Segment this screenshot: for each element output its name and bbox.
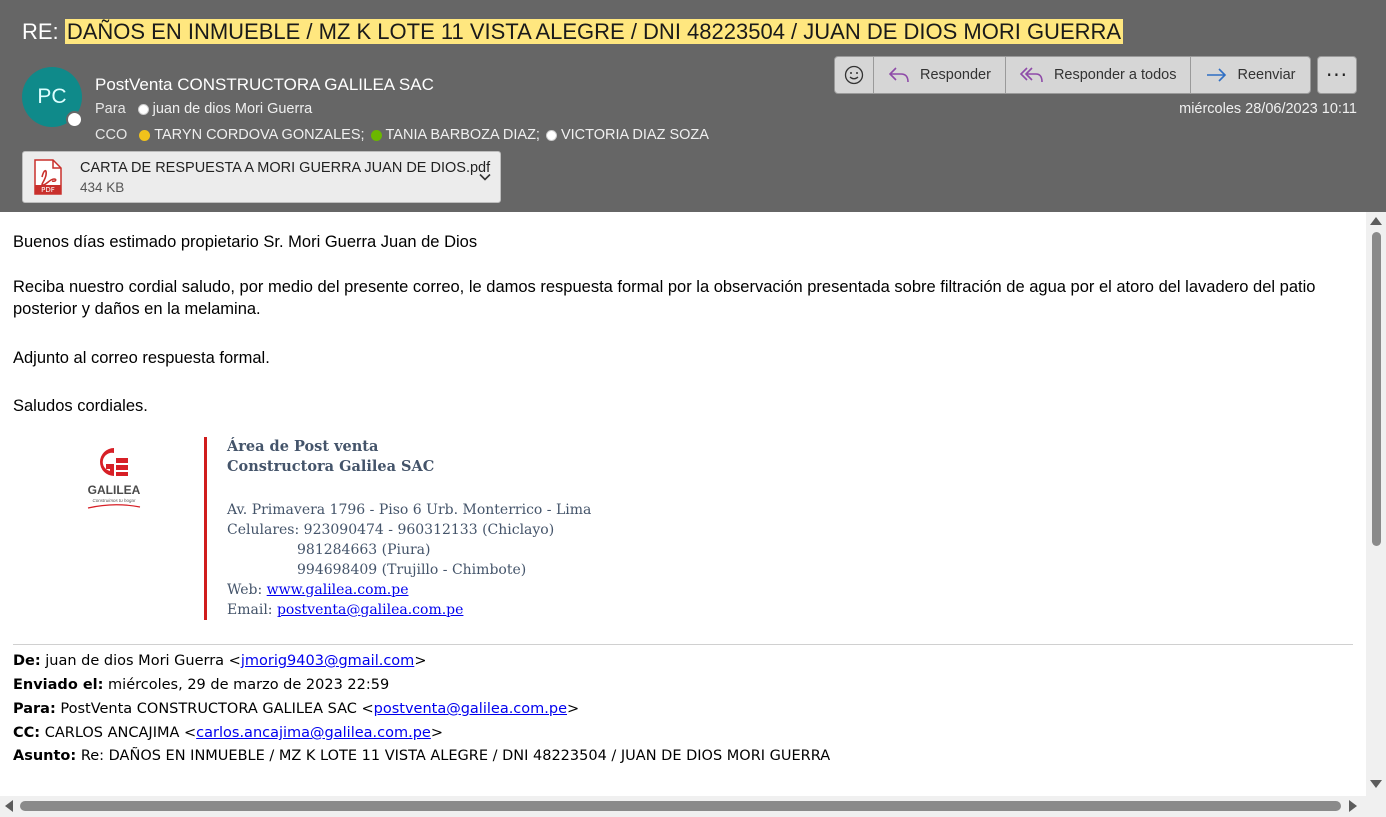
quote-divider — [13, 644, 1353, 645]
emoji-reaction-button[interactable] — [835, 57, 874, 93]
reply-all-icon — [1019, 67, 1043, 83]
attachment-size: 434 KB — [80, 180, 125, 195]
quoted-subject: Asunto: Re: DAÑOS EN INMUEBLE / MZ K LOT… — [13, 748, 830, 764]
signature-web: Web: www.galilea.com.pe — [227, 582, 408, 598]
web-link[interactable]: www.galilea.com.pe — [267, 582, 409, 598]
presence-available-icon — [370, 129, 382, 141]
message-date: miércoles 28/06/2023 10:11 — [1179, 101, 1357, 117]
horizontal-scrollbar[interactable] — [0, 796, 1366, 817]
action-toolbar: Responder Responder a todos Reenviar — [834, 56, 1311, 94]
quoted-sent: Enviado el: miércoles, 29 de marzo de 20… — [13, 677, 389, 693]
presence-away-icon — [139, 129, 151, 141]
forward-label: Reenviar — [1237, 67, 1296, 83]
bcc-label: CCO — [95, 127, 128, 143]
from-name: juan de dios Mori Guerra < — [45, 653, 241, 669]
quoted-subject-text: Re: DAÑOS EN INMUEBLE / MZ K LOTE 11 VIS… — [80, 748, 831, 764]
to-recipient[interactable]: juan de dios Mori Guerra — [153, 101, 313, 117]
bracket: > — [414, 653, 427, 669]
phone-line: 981284663 (Piura) — [297, 542, 431, 558]
from-email-link[interactable]: jmorig9403@gmail.com — [241, 653, 414, 669]
signature-phones: Celulares: 923090474 - 960312133 (Chicla… — [227, 522, 554, 538]
reply-all-label: Responder a todos — [1053, 67, 1177, 83]
quoted-cc: CC: CARLOS ANCAJIMA <carlos.ancajima@gal… — [13, 725, 443, 741]
phones-label: Celulares: — [227, 522, 300, 538]
subject-prefix: RE: — [22, 19, 59, 44]
scroll-down-arrow-icon[interactable] — [1370, 780, 1382, 788]
signature-address: Av. Primavera 1796 - Piso 6 Urb. Monterr… — [227, 502, 592, 518]
smiley-icon — [844, 65, 864, 85]
avatar-initials: PC — [37, 85, 67, 108]
cc-label: CC: — [13, 725, 41, 741]
bcc-line: CCO TARYN CORDOVA GONZALES; TANIA BARBOZ… — [95, 127, 709, 143]
signature-company: Constructora Galilea SAC — [227, 458, 435, 475]
cc-email-link[interactable]: carlos.ancajima@galilea.com.pe — [196, 725, 431, 741]
message-header: RE: DAÑOS EN INMUEBLE / MZ K LOTE 11 VIS… — [0, 0, 1386, 212]
email-link[interactable]: postventa@galilea.com.pe — [277, 602, 463, 618]
quoted-from: De: juan de dios Mori Guerra <jmorig9403… — [13, 653, 426, 669]
galilea-logo: GALILEA Construimos tu hogar — [88, 448, 141, 509]
presence-dot-icon — [137, 103, 149, 115]
bracket: > — [567, 701, 580, 717]
scroll-left-arrow-icon[interactable] — [5, 800, 13, 812]
reply-label: Responder — [920, 67, 991, 83]
to-label: Para — [95, 101, 126, 117]
bracket: > — [430, 725, 444, 741]
logo-text: GALILEA — [88, 483, 141, 497]
scrollbar-corner — [1366, 796, 1386, 817]
attached-text: Adjunto al correo respuesta formal. — [13, 349, 270, 367]
reply-all-button[interactable]: Responder a todos — [1006, 57, 1192, 93]
phone-line: 923090474 - 960312133 (Chiclayo) — [303, 522, 555, 538]
email-label: Email: — [227, 602, 273, 618]
more-icon: ··· — [1325, 63, 1349, 87]
to-name: PostVenta CONSTRUCTORA GALILEA SAC < — [60, 701, 374, 717]
sent-date: miércoles, 29 de marzo de 2023 22:59 — [108, 677, 390, 693]
pdf-icon-label: PDF — [41, 186, 55, 194]
vertical-scrollbar[interactable] — [1366, 212, 1386, 796]
vertical-scroll-thumb[interactable] — [1372, 232, 1381, 546]
forward-icon — [1207, 68, 1227, 82]
sender-name[interactable]: PostVenta CONSTRUCTORA GALILEA SAC — [95, 75, 434, 95]
greeting-text: Buenos días estimado propietario Sr. Mor… — [13, 233, 478, 251]
signature-divider — [204, 437, 207, 620]
body-paragraph: Reciba nuestro cordial saludo, por medio… — [13, 278, 1316, 318]
attachment-name[interactable]: CARTA DE RESPUESTA A MORI GUERRA JUAN DE… — [80, 160, 490, 176]
bcc-recipient[interactable]: VICTORIA DIAZ SOZA — [561, 127, 709, 143]
scroll-up-arrow-icon[interactable] — [1370, 217, 1382, 225]
quoted-to: Para: PostVenta CONSTRUCTORA GALILEA SAC… — [13, 701, 579, 717]
phone-line: 994698409 (Trujillo - Chimbote) — [297, 562, 527, 578]
from-label: De: — [13, 653, 41, 669]
presence-status-icon — [66, 111, 83, 128]
web-label: Web: — [227, 582, 263, 598]
forward-button[interactable]: Reenviar — [1191, 57, 1309, 93]
subject-highlight: DAÑOS EN INMUEBLE / MZ K LOTE 11 VISTA A… — [64, 19, 1124, 44]
sent-label: Enviado el: — [13, 677, 104, 693]
pdf-icon: PDF — [34, 159, 62, 195]
signature-email: Email: postventa@galilea.com.pe — [227, 602, 463, 618]
more-options-button[interactable]: ··· — [1317, 56, 1357, 94]
cc-name: CARLOS ANCAJIMA < — [44, 725, 197, 741]
horizontal-scroll-thumb[interactable] — [20, 801, 1341, 811]
bcc-recipient[interactable]: TANIA BARBOZA DIAZ; — [386, 127, 540, 143]
closing-text: Saludos cordiales. — [13, 397, 148, 415]
logo-tagline: Construimos tu hogar — [92, 498, 136, 503]
scroll-right-arrow-icon[interactable] — [1349, 800, 1357, 812]
to-email-link[interactable]: postventa@galilea.com.pe — [374, 701, 567, 717]
message-body: Buenos días estimado propietario Sr. Mor… — [0, 212, 1366, 796]
reply-button[interactable]: Responder — [874, 57, 1006, 93]
presence-dot-icon — [545, 129, 557, 141]
bcc-recipient[interactable]: TARYN CORDOVA GONZALES; — [154, 127, 364, 143]
chevron-down-icon[interactable] — [478, 170, 492, 184]
subject-label: Asunto: — [13, 748, 77, 764]
reply-icon — [888, 67, 909, 83]
attachment-card[interactable]: PDF CARTA DE RESPUESTA A MORI GUERRA JUA… — [22, 151, 501, 203]
to-line: Para juan de dios Mori Guerra — [95, 101, 312, 117]
message-subject: RE: DAÑOS EN INMUEBLE / MZ K LOTE 11 VIS… — [22, 19, 1124, 45]
to-label: Para: — [13, 701, 56, 717]
signature-area: Área de Post venta — [227, 438, 379, 455]
